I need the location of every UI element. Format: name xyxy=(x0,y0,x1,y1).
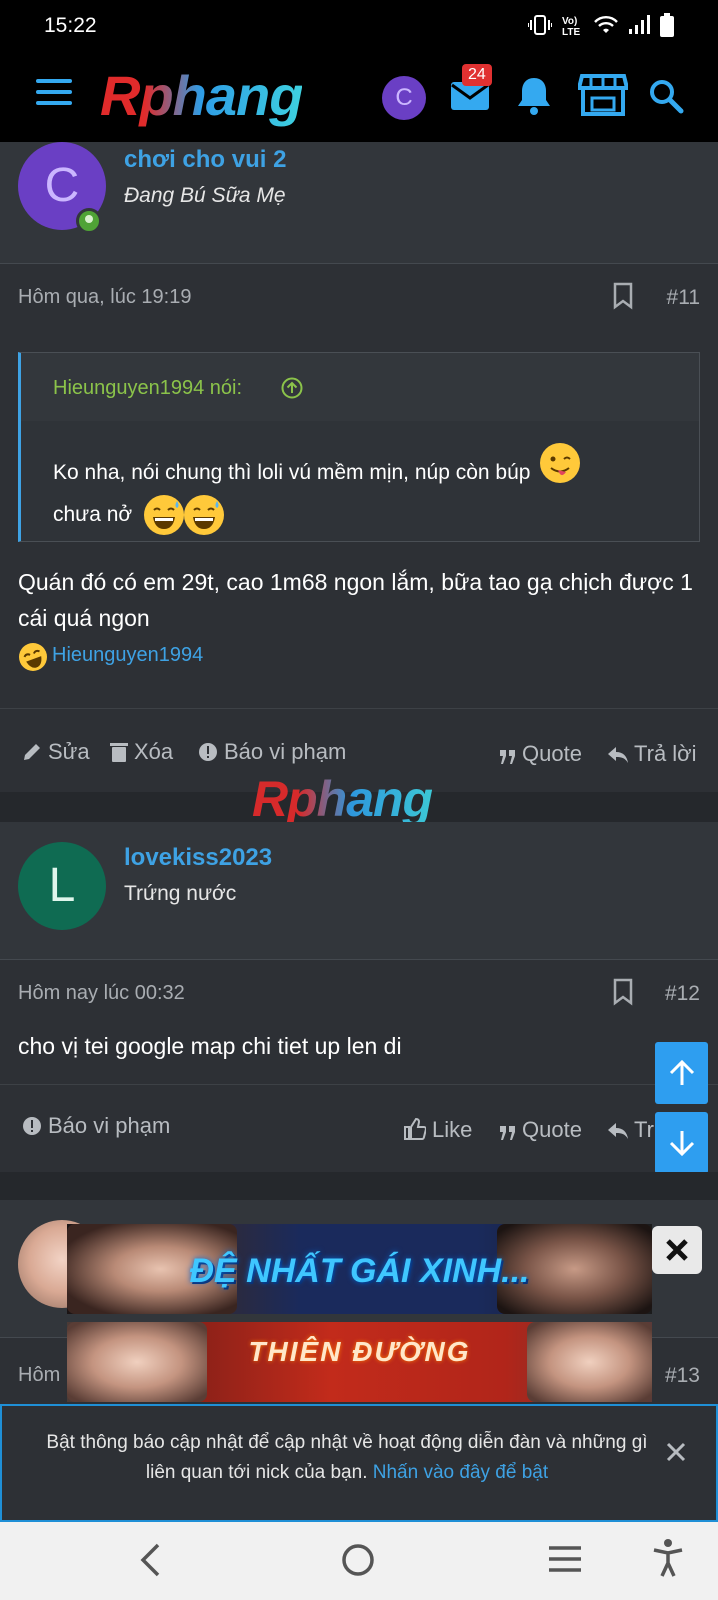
pencil-icon xyxy=(24,744,40,760)
report-button[interactable]: Báo vi phạm xyxy=(22,1113,170,1139)
close-icon[interactable] xyxy=(666,1442,686,1462)
system-navigation-bar xyxy=(0,1522,718,1600)
sweat-smile-emoji-icon xyxy=(184,495,225,536)
bookmark-icon[interactable] xyxy=(612,282,634,310)
ad-text: THIÊN ĐƯỜNG xyxy=(248,1336,471,1367)
back-icon[interactable] xyxy=(138,1542,162,1578)
close-icon xyxy=(666,1239,688,1261)
post-content: cho vị tei google map chi tiet up len di xyxy=(18,1033,402,1059)
quote-button[interactable]: Quote xyxy=(500,741,582,767)
avatar[interactable]: L xyxy=(18,842,106,930)
scroll-top-button[interactable] xyxy=(655,1042,708,1104)
enable-notifications-link[interactable]: Nhấn vào đây để bật xyxy=(373,1462,548,1483)
arrow-up-circle-icon[interactable] xyxy=(281,377,303,399)
post-meta: Hôm qua, lúc 19:19 #11 xyxy=(0,264,718,330)
quote-header: Hieunguyen1994 nói: xyxy=(21,353,699,421)
reply-button[interactable]: Tr xyxy=(608,1117,654,1143)
menu-icon[interactable] xyxy=(36,79,72,115)
notification-text: Bật thông báo cập nhật để cập nhật về ho… xyxy=(46,1432,648,1483)
recents-icon[interactable] xyxy=(548,1544,582,1574)
user-title: Trứng nước xyxy=(124,882,237,905)
post-meta: Hôm nay lúc 00:32 #12 xyxy=(0,960,718,1026)
arrow-down-icon xyxy=(669,1131,695,1157)
quote-icon xyxy=(500,750,515,764)
top-navigation: Rphang C 24 xyxy=(0,52,718,142)
volte-icon: Vo)LTE xyxy=(562,16,580,36)
quote-block: Hieunguyen1994 nói: Ko nha, nói chung th… xyxy=(18,352,700,542)
mail-badge: 24 xyxy=(462,64,492,86)
alert-circle-icon xyxy=(199,743,217,761)
username[interactable]: chơi cho vui 2 xyxy=(124,146,286,174)
post-actions: Báo vi phạm Like Quote Tr xyxy=(0,1084,718,1168)
wifi-icon xyxy=(594,16,618,33)
vibrate-icon xyxy=(528,15,552,35)
post-user-info: L lovekiss2023 Trứng nước xyxy=(0,822,718,960)
status-icons: Vo) LTE xyxy=(528,13,674,37)
quote-author[interactable]: Hieunguyen1994 nói: xyxy=(53,377,242,400)
post-date[interactable]: Hôm nay lúc 00:32 xyxy=(18,982,185,1005)
online-status-icon xyxy=(76,208,102,234)
post-number[interactable]: #12 xyxy=(665,982,700,1006)
reactions-bar[interactable]: Hieunguyen1994 xyxy=(18,642,203,678)
report-button[interactable]: Báo vi phạm xyxy=(198,739,346,765)
trash-icon xyxy=(110,743,128,762)
battery-icon xyxy=(660,13,674,37)
post-number[interactable]: #11 xyxy=(667,286,700,310)
alert-circle-icon xyxy=(23,1117,41,1135)
post-content: Quán đó có em 29t, cao 1m68 ngon lắm, bữ… xyxy=(18,569,693,631)
post-separator xyxy=(0,1172,718,1200)
arrow-up-icon xyxy=(669,1059,695,1085)
search-icon[interactable] xyxy=(648,78,684,114)
status-bar: 15:22 Vo) LTE xyxy=(0,0,718,52)
shop-icon[interactable] xyxy=(578,72,628,118)
watermark-logo: Rphang xyxy=(252,771,433,827)
status-time: 15:22 xyxy=(44,14,97,37)
reply-button[interactable]: Trả lời xyxy=(608,741,697,767)
ad-text: ĐỆ NHẤT GÁI XINH... xyxy=(189,1252,530,1290)
home-icon[interactable] xyxy=(340,1542,376,1578)
quote-text-line1: Ko nha, nói chung thì loli vú mềm mịn, n… xyxy=(53,461,531,484)
laugh-reaction-icon xyxy=(19,643,47,671)
ad-close-button[interactable] xyxy=(652,1226,702,1274)
reaction-user[interactable]: Hieunguyen1994 xyxy=(52,644,203,667)
svg-text:LTE: LTE xyxy=(562,27,580,36)
post-number[interactable]: #13 xyxy=(665,1364,700,1388)
username[interactable]: lovekiss2023 xyxy=(124,844,272,872)
signal-icon xyxy=(629,15,650,34)
ad-banner[interactable]: ĐỆ NHẤT GÁI XINH... xyxy=(67,1224,652,1314)
accessibility-icon[interactable] xyxy=(652,1538,684,1578)
post-date[interactable]: Hôm qua, lúc 19:19 xyxy=(18,286,191,309)
thumbs-up-icon xyxy=(404,1117,428,1140)
edit-button[interactable]: Sửa xyxy=(22,739,90,765)
sweat-smile-emoji-icon xyxy=(144,495,185,536)
bookmark-icon[interactable] xyxy=(612,978,634,1006)
reply-icon xyxy=(608,747,628,763)
ad-banner[interactable]: THIÊN ĐƯỜNG xyxy=(67,1322,652,1402)
post-11: C chơi cho vui 2 Đang Bú Sữa Mẹ Hôm qua,… xyxy=(0,142,718,792)
scroll-bottom-button[interactable] xyxy=(655,1112,708,1174)
quote-body: Ko nha, nói chung thì loli vú mềm mịn, n… xyxy=(21,421,699,556)
quote-icon xyxy=(500,1126,515,1140)
post-date[interactable]: Hôm xyxy=(18,1364,60,1387)
post-12: L lovekiss2023 Trứng nước Hôm nay lúc 00… xyxy=(0,822,718,1172)
user-title: Đang Bú Sữa Mẹ xyxy=(124,184,286,207)
quote-text-line2: chưa nở xyxy=(53,503,133,526)
svg-text:Vo): Vo) xyxy=(562,16,577,27)
user-avatar[interactable]: C xyxy=(382,76,426,120)
like-button[interactable]: Like xyxy=(404,1117,472,1143)
tongue-wink-emoji-icon xyxy=(540,443,581,483)
site-logo[interactable]: Rphang xyxy=(100,64,303,128)
push-notification-banner: Bật thông báo cập nhật để cập nhật về ho… xyxy=(0,1404,718,1522)
reply-icon xyxy=(608,1123,628,1139)
quote-button[interactable]: Quote xyxy=(500,1117,582,1143)
bell-icon[interactable] xyxy=(516,76,552,116)
post-user-info: C chơi cho vui 2 Đang Bú Sữa Mẹ xyxy=(0,142,718,264)
delete-button[interactable]: Xóa xyxy=(110,739,173,765)
